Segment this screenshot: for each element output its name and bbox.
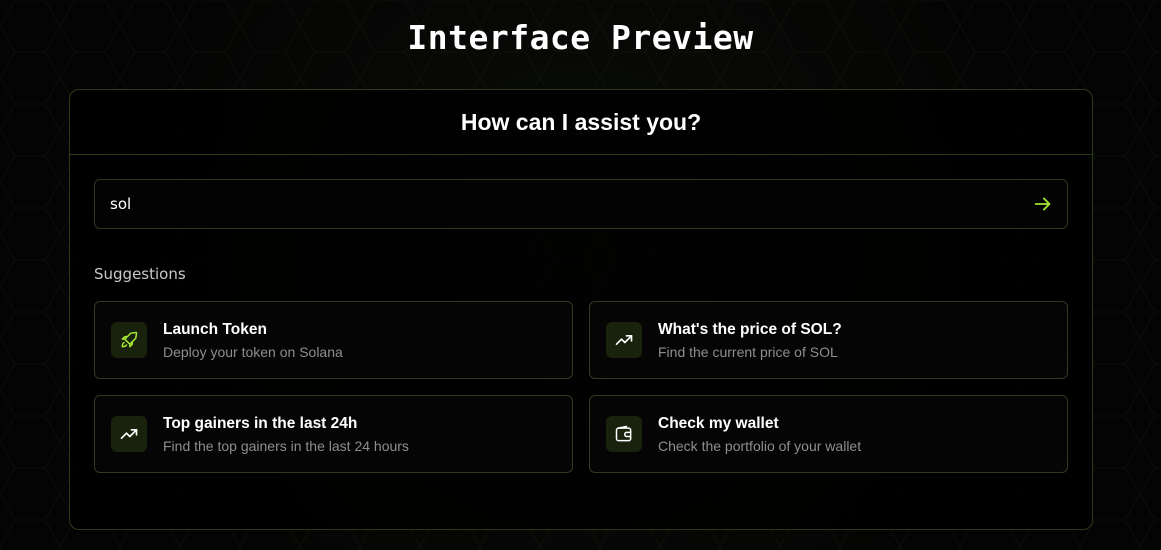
suggestion-icon-box	[111, 322, 147, 358]
suggestion-description: Find the top gainers in the last 24 hour…	[163, 437, 409, 454]
search-box	[94, 179, 1068, 229]
suggestion-description: Deploy your token on Solana	[163, 343, 343, 360]
suggestion-launch-token[interactable]: Launch Token Deploy your token on Solana	[94, 301, 573, 379]
suggestion-description: Check the portfolio of your wallet	[658, 437, 862, 454]
trending-up-icon	[120, 429, 138, 439]
suggestion-description: Find the current price of SOL	[658, 343, 838, 360]
suggestion-icon-box	[111, 416, 147, 452]
arrow-right-icon	[1034, 197, 1051, 211]
panel-heading: How can I assist you?	[460, 108, 702, 135]
suggestion-title: Check my wallet	[658, 414, 779, 432]
suggestion-check-wallet[interactable]: Check my wallet Check the portfolio of y…	[589, 395, 1068, 473]
page-title: Interface Preview	[407, 18, 754, 57]
suggestion-title: Top gainers in the last 24h	[163, 414, 358, 432]
rocket-icon	[121, 331, 138, 348]
search-input[interactable]	[95, 180, 1019, 228]
wallet-icon	[615, 425, 632, 442]
assistant-panel: How can I assist you? Suggestions Launch…	[69, 89, 1093, 530]
suggestions-label: Suggestions	[94, 265, 186, 283]
suggestion-icon-box	[606, 322, 642, 358]
panel-header: How can I assist you?	[70, 90, 1092, 155]
suggestions-grid: Launch Token Deploy your token on Solana…	[94, 301, 1068, 473]
suggestion-icon-box	[606, 416, 642, 452]
suggestion-top-gainers[interactable]: Top gainers in the last 24h Find the top…	[94, 395, 573, 473]
trending-up-icon	[615, 335, 633, 345]
suggestion-sol-price[interactable]: What's the price of SOL? Find the curren…	[589, 301, 1068, 379]
send-button[interactable]	[1019, 180, 1067, 228]
suggestion-title: Launch Token	[163, 320, 267, 338]
suggestion-title: What's the price of SOL?	[658, 320, 842, 338]
